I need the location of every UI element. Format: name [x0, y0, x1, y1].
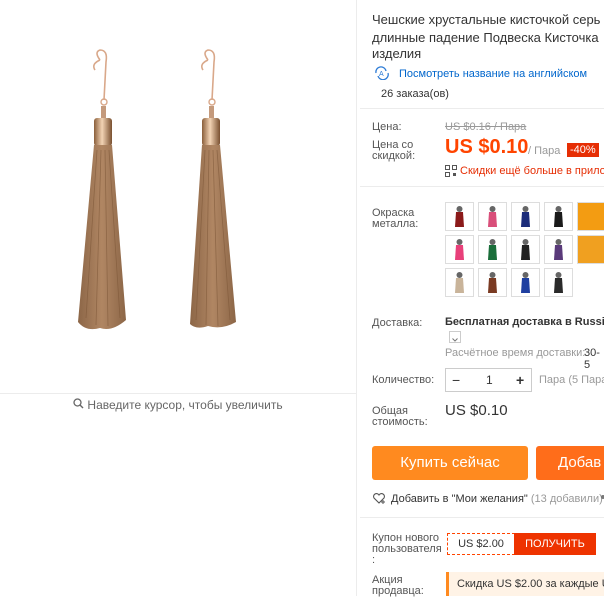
product-image[interactable]	[0, 0, 356, 393]
divider	[360, 108, 604, 109]
variant-swatch-black-2[interactable]	[511, 235, 540, 264]
variant-swatch-blue[interactable]	[511, 268, 540, 297]
variant-swatch-brown[interactable]	[478, 268, 507, 297]
right-earring	[190, 49, 236, 328]
variant-swatch-hot-pink[interactable]	[445, 235, 474, 264]
seller-promo-text: Скидка US $2.00 за каждые US	[457, 578, 604, 590]
divider	[360, 517, 604, 518]
variant-label-2: металла:	[372, 218, 419, 230]
variant-swatch-navy[interactable]	[511, 202, 540, 231]
original-price: US $0.16 / Пара	[445, 121, 527, 133]
earrings-illustration	[78, 49, 236, 330]
magnifier-icon	[73, 398, 84, 412]
total-label-2: стоимость:	[372, 416, 428, 428]
increase-button[interactable]: +	[516, 372, 524, 388]
price-unit: / Пара	[528, 145, 561, 157]
translate-link[interactable]: Посмотреть название на английском	[399, 68, 587, 80]
discount-price-label-2: скидкой:	[372, 150, 416, 162]
product-title-line-1: Чешские хрустальные кисточкой серь	[372, 12, 601, 27]
delivery-time-label: Расчётное время доставки:	[445, 347, 586, 359]
variant-swatch-green[interactable]	[478, 235, 507, 264]
product-title-line-2: длинные падение Подвеска Кисточка	[372, 30, 599, 45]
coupon-label-3: :	[372, 554, 376, 566]
get-coupon-button[interactable]: ПОЛУЧИТЬ	[514, 533, 596, 555]
variant-swatch-partial[interactable]	[577, 235, 604, 264]
zoom-hint-text: Наведите курсор, чтобы увеличить	[87, 398, 283, 412]
promo-label-2: продавца:	[372, 585, 424, 597]
translate-icon[interactable]: A	[373, 66, 393, 81]
svg-text:A: A	[379, 71, 384, 78]
variant-swatch-dark-photo[interactable]	[544, 268, 573, 297]
variant-swatch-purple-photo[interactable]	[544, 235, 573, 264]
discount-badge: -40%	[567, 143, 599, 157]
panel-divider	[356, 0, 357, 596]
wishlist-text: Добавить в "Мои желания"	[391, 493, 528, 505]
zoom-hint: Наведите курсор, чтобы увеличить	[0, 398, 356, 412]
qr-code-icon	[445, 164, 457, 177]
quantity-label: Количество:	[372, 374, 435, 386]
variant-swatch-orange[interactable]	[577, 202, 604, 231]
orders-count: 26 заказа(ов)	[381, 88, 449, 100]
delivery-time-value: 30-5	[584, 347, 600, 371]
buy-now-button[interactable]: Купить сейчас	[372, 446, 528, 480]
quantity-stepper: − 1 +	[445, 368, 532, 392]
variant-swatch-pink[interactable]	[478, 202, 507, 231]
product-title-line-3: изделия	[372, 46, 422, 61]
variant-swatch-beige[interactable]	[445, 268, 474, 297]
quantity-unit-note: Пара (5 Пара	[539, 374, 604, 386]
image-divider	[0, 393, 356, 394]
wishlist-count: (13 добавили)	[530, 493, 603, 505]
variant-swatch-black[interactable]	[544, 202, 573, 231]
heart-plus-icon[interactable]	[372, 492, 386, 505]
chevron-down-icon[interactable]	[449, 331, 461, 343]
total-price: US $0.10	[445, 402, 508, 419]
coupon-amount: US $2.00	[447, 533, 515, 555]
add-to-cart-button[interactable]: Добав	[536, 446, 604, 480]
app-discount-link[interactable]: Скидки ещё больше в прилож	[460, 165, 604, 177]
coupon-label-2: пользователя	[372, 543, 442, 555]
decrease-button[interactable]: −	[452, 372, 460, 388]
left-earring	[78, 49, 126, 330]
wishlist-link[interactable]: Добавить в "Мои желания" (13 добавили)	[391, 493, 603, 505]
variant-swatch-black-red[interactable]	[445, 202, 474, 231]
delivery-label: Доставка:	[372, 317, 423, 329]
share-icon[interactable]	[596, 493, 604, 505]
divider	[360, 186, 604, 187]
delivery-value: Бесплатная доставка в Russian	[445, 316, 604, 328]
seller-promo-box: Скидка US $2.00 за каждые US	[446, 572, 604, 596]
quantity-input[interactable]: 1	[486, 373, 493, 387]
current-price: US $0.10	[445, 136, 529, 158]
price-label: Цена:	[372, 121, 402, 133]
